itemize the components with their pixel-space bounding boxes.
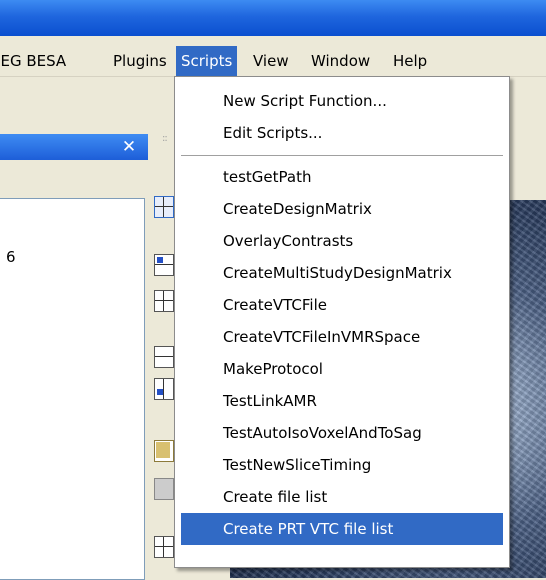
close-icon[interactable]: ✕ xyxy=(117,134,141,160)
layout-icon xyxy=(157,257,163,263)
menu-item-script[interactable]: CreateDesignMatrix xyxy=(181,193,503,225)
paint-button[interactable] xyxy=(154,440,174,462)
toolbar-grip-icon[interactable]: :: xyxy=(162,133,168,144)
layout-icon-2-h xyxy=(155,300,173,301)
crosshair-icon-h xyxy=(155,546,173,547)
menu-item-script[interactable]: MakeProtocol xyxy=(181,353,503,385)
menu-bar: EEG BESA Plugins Scripts View Window Hel… xyxy=(0,46,546,77)
menu-scripts[interactable]: Scripts xyxy=(176,46,238,76)
brush-icon xyxy=(156,442,170,458)
menu-item-script[interactable]: CreateMultiStudyDesignMatrix xyxy=(181,257,503,289)
layout-icon-3 xyxy=(155,356,173,357)
menu-item-script[interactable]: TestLinkAMR xyxy=(181,385,503,417)
layout-icon-2 xyxy=(163,291,164,311)
menu-help[interactable]: Help xyxy=(388,46,432,76)
layout-icon-4-v xyxy=(163,379,164,399)
layout-icon-h xyxy=(155,264,173,265)
menu-item-script[interactable]: Create file list xyxy=(181,481,503,513)
scripts-dropdown-menu: New Script Function... Edit Scripts... t… xyxy=(174,76,510,568)
menu-window[interactable]: Window xyxy=(306,46,375,76)
menu-item-script[interactable]: OverlayContrasts xyxy=(181,225,503,257)
grid-icon-h xyxy=(155,206,173,207)
menu-item-script[interactable]: CreateVTCFile xyxy=(181,289,503,321)
grid-icon xyxy=(163,197,164,217)
menu-item-edit-scripts[interactable]: Edit Scripts... xyxy=(181,117,503,149)
menu-plugins[interactable]: Plugins xyxy=(108,46,172,76)
crosshair-icon xyxy=(163,537,164,557)
window-title-bar xyxy=(0,0,546,36)
menu-item-script[interactable]: CreateVTCFileInVMRSpace xyxy=(181,321,503,353)
menu-eeg-besa[interactable]: EEG BESA xyxy=(0,46,71,76)
grid-view-button[interactable] xyxy=(154,196,174,218)
menu-view[interactable]: View xyxy=(248,46,294,76)
crosshair-button[interactable] xyxy=(154,536,174,558)
layout-button-4[interactable] xyxy=(154,378,174,400)
layout-button-3[interactable] xyxy=(154,346,174,368)
menu-item-script[interactable]: testGetPath xyxy=(181,161,503,193)
panel-value: 6 xyxy=(6,248,16,266)
menu-item-create-prt-vtc-file-list[interactable]: Create PRT VTC file list xyxy=(181,513,503,545)
menu-item-script[interactable]: TestNewSliceTiming xyxy=(181,449,503,481)
panel-content xyxy=(0,198,145,580)
menu-item-new-script-function[interactable]: New Script Function... xyxy=(181,85,503,117)
layout-button-1[interactable] xyxy=(154,254,174,276)
tool-button[interactable] xyxy=(154,478,174,500)
menu-item-script[interactable]: TestAutoIsoVoxelAndToSag xyxy=(181,417,503,449)
layout-button-2[interactable] xyxy=(154,290,174,312)
menu-separator xyxy=(181,155,503,157)
